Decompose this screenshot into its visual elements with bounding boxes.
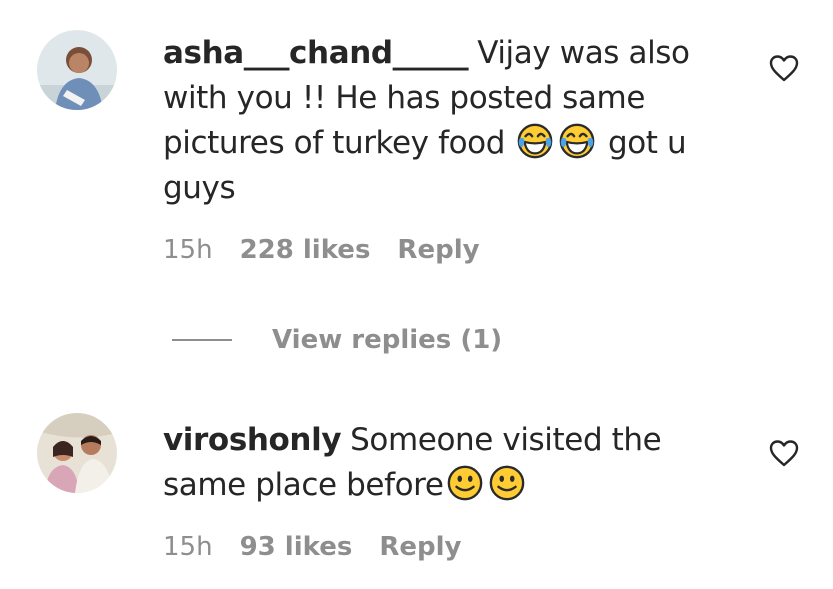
face-with-tears-of-joy-icon <box>560 123 595 159</box>
comment-time: 15h <box>163 235 213 265</box>
face-with-tears-of-joy-icon <box>518 123 553 159</box>
view-replies-label: View replies (1) <box>272 325 503 355</box>
slightly-smiling-face-icon <box>489 465 524 501</box>
comment-username[interactable]: asha___chand_____ <box>163 35 469 71</box>
comment-time: 15h <box>163 532 213 562</box>
comment-likes[interactable]: 228 likes <box>240 235 371 265</box>
avatar[interactable] <box>37 413 117 493</box>
comment-body: asha___chand_____ Vijay was also with you… <box>163 31 733 211</box>
comment-meta: 15h 228 likes Reply <box>163 235 507 265</box>
like-heart-icon[interactable] <box>768 438 800 468</box>
avatar[interactable] <box>37 30 117 110</box>
avatar-photo-icon <box>37 30 117 110</box>
reply-button[interactable]: Reply <box>397 235 479 265</box>
like-heart-icon[interactable] <box>768 53 800 83</box>
comment-likes[interactable]: 93 likes <box>240 532 353 562</box>
comment-meta: 15h 93 likes Reply <box>163 532 488 562</box>
divider-line <box>172 339 232 341</box>
reply-button[interactable]: Reply <box>379 532 461 562</box>
slightly-smiling-face-icon <box>447 465 482 501</box>
comment-username[interactable]: viroshonly <box>163 422 342 458</box>
comment-body: viroshonly Someone visited the same place… <box>163 418 733 508</box>
avatar-photo-icon <box>37 413 117 493</box>
view-replies-button[interactable]: View replies (1) <box>172 322 502 358</box>
